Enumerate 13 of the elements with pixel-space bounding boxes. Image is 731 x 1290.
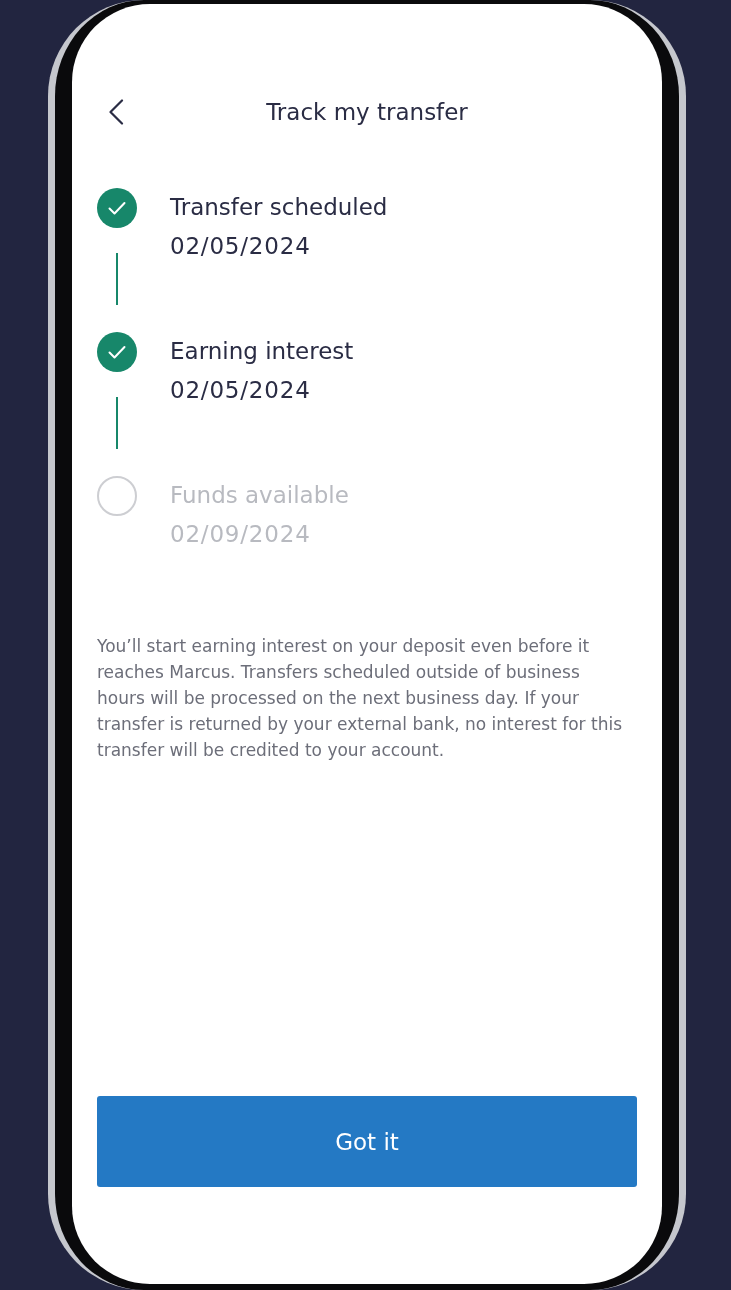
step-label: Earning interest xyxy=(170,337,354,366)
back-button[interactable] xyxy=(108,99,124,125)
step-date: 02/05/2024 xyxy=(170,376,311,405)
step-label: Transfer scheduled xyxy=(170,193,388,222)
got-it-button[interactable]: Got it xyxy=(97,1096,637,1187)
screen-title: Track my transfer xyxy=(266,99,468,125)
connector-line xyxy=(116,397,118,449)
info-paragraph: You’ll start earning interest on your deposit even before it reaches Marcus. Transfers scheduled outside of business hours will be processed on the next business day. If your transfer is returned by your external bank, no interest for this transfer will be credited to your account. xyxy=(97,635,624,762)
step-date: 02/09/2024 xyxy=(170,520,311,549)
step-date: 02/05/2024 xyxy=(170,232,311,261)
chevron-left-icon xyxy=(108,99,124,125)
connector-line xyxy=(116,253,118,305)
step-label: Funds available xyxy=(170,481,349,510)
